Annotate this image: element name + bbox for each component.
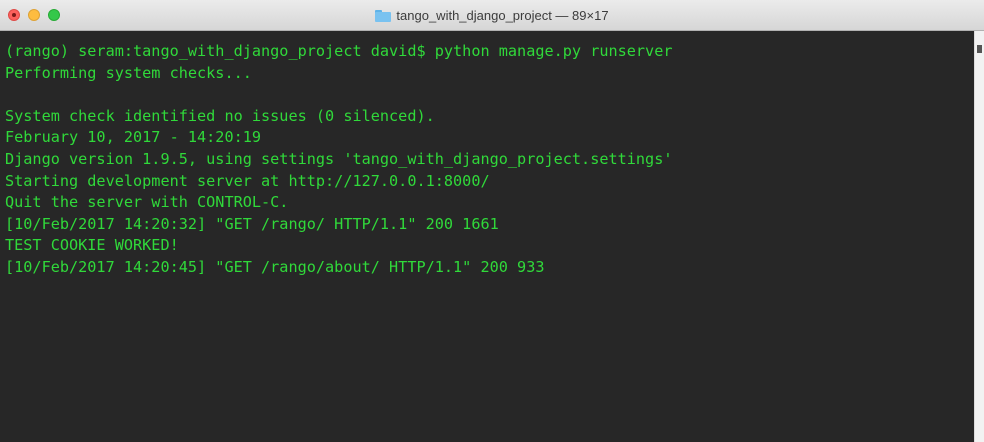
scroll-marker — [977, 45, 982, 53]
vertical-scrollbar[interactable] — [974, 31, 984, 442]
window-title-group: tango_with_django_project — 89×17 — [0, 0, 984, 31]
terminal-line: Quit the server with CONTROL-C. — [5, 193, 289, 212]
title-bar[interactable]: tango_with_django_project — 89×17 — [0, 0, 984, 31]
minimize-button[interactable] — [28, 9, 40, 21]
terminal-line: [10/Feb/2017 14:20:32] "GET /rango/ HTTP… — [5, 214, 499, 233]
terminal-line: Starting development server at http://12… — [5, 171, 490, 190]
terminal-output[interactable]: (rango) seram:tango_with_django_project … — [0, 31, 974, 442]
terminal-line: Performing system checks... — [5, 63, 252, 82]
terminal-window: tango_with_django_project — 89×17 (rango… — [0, 0, 984, 442]
terminal-line: System check identified no issues (0 sil… — [5, 106, 435, 125]
window-title: tango_with_django_project — 89×17 — [396, 8, 609, 23]
maximize-button[interactable] — [48, 9, 60, 21]
terminal-line: TEST COOKIE WORKED! — [5, 236, 179, 255]
terminal-line: [10/Feb/2017 14:20:45] "GET /rango/about… — [5, 257, 545, 276]
folder-icon — [375, 9, 392, 22]
close-button[interactable] — [8, 9, 20, 21]
terminal-line: February 10, 2017 - 14:20:19 — [5, 128, 262, 147]
close-icon — [12, 13, 16, 17]
terminal-line: (rango) seram:tango_with_django_project … — [5, 42, 673, 60]
terminal-line: Django version 1.9.5, using settings 'ta… — [5, 149, 673, 168]
